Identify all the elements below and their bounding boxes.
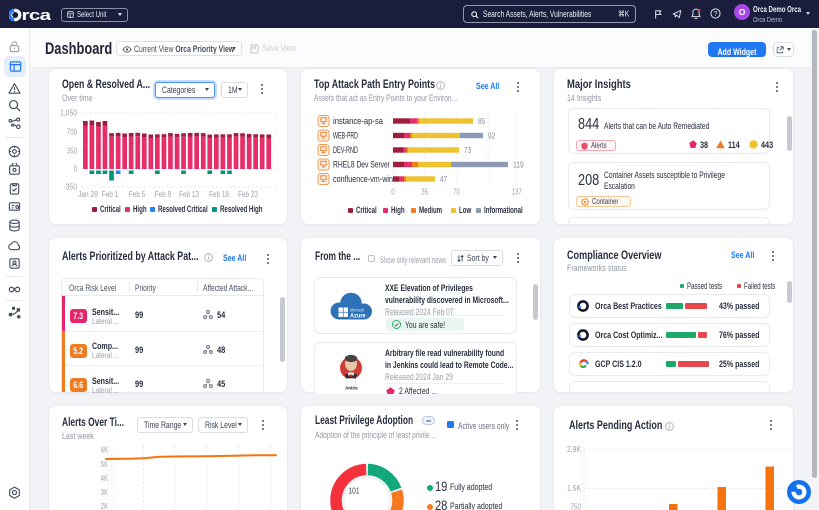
svg-text:73: 73 [464, 145, 471, 155]
svg-text:0: 0 [74, 165, 78, 174]
svg-text:5K: 5K [101, 460, 109, 469]
svg-text:1.5K: 1.5K [567, 484, 582, 493]
svg-text:Microsoft: Microsoft [350, 308, 365, 313]
svg-text:2K: 2K [101, 502, 109, 510]
svg-text:119: 119 [513, 159, 524, 169]
svg-text:85: 85 [478, 116, 485, 126]
svg-text:Feb 1: Feb 1 [102, 190, 119, 199]
svg-text:101: 101 [349, 486, 360, 496]
svg-text:Feb 9: Feb 9 [155, 190, 172, 199]
svg-text:1,050: 1,050 [60, 109, 77, 118]
svg-text:Feb 23: Feb 23 [238, 190, 258, 199]
svg-text:Jenkins: Jenkins [345, 386, 358, 391]
svg-text:-350: -350 [63, 183, 77, 192]
svg-text:750: 750 [571, 503, 582, 510]
svg-text:0: 0 [391, 188, 395, 197]
svg-text:92: 92 [488, 130, 495, 140]
svg-text:4K: 4K [101, 474, 109, 483]
svg-text:350: 350 [67, 147, 78, 156]
svg-text:WEB-PRD: WEB-PRD [333, 131, 358, 142]
svg-text:700: 700 [67, 128, 78, 137]
svg-text:137: 137 [512, 188, 523, 197]
svg-text:Feb 18: Feb 18 [209, 190, 229, 199]
svg-text:47: 47 [440, 174, 447, 184]
svg-text:2.9K: 2.9K [567, 445, 582, 454]
svg-text:DEV-RND: DEV-RND [333, 145, 358, 156]
svg-text:6K: 6K [101, 446, 109, 455]
svg-text:Azure: Azure [350, 314, 366, 320]
svg-text:3K: 3K [101, 488, 109, 497]
svg-text:Feb 13: Feb 13 [179, 190, 199, 199]
svg-text:?: ? [714, 11, 718, 18]
svg-text:Jan 28: Jan 28 [78, 190, 98, 199]
svg-text:RHEL8 Dev Server: RHEL8 Dev Server [333, 160, 390, 171]
svg-text:instance-ap-sa: instance-ap-sa [333, 116, 384, 127]
svg-text:35: 35 [421, 188, 428, 197]
svg-text:confluence-vm-win: confluence-vm-win [333, 174, 393, 185]
svg-text:rca: rca [22, 7, 52, 22]
svg-text:Feb 5: Feb 5 [129, 190, 146, 199]
svg-text:70: 70 [453, 188, 460, 197]
